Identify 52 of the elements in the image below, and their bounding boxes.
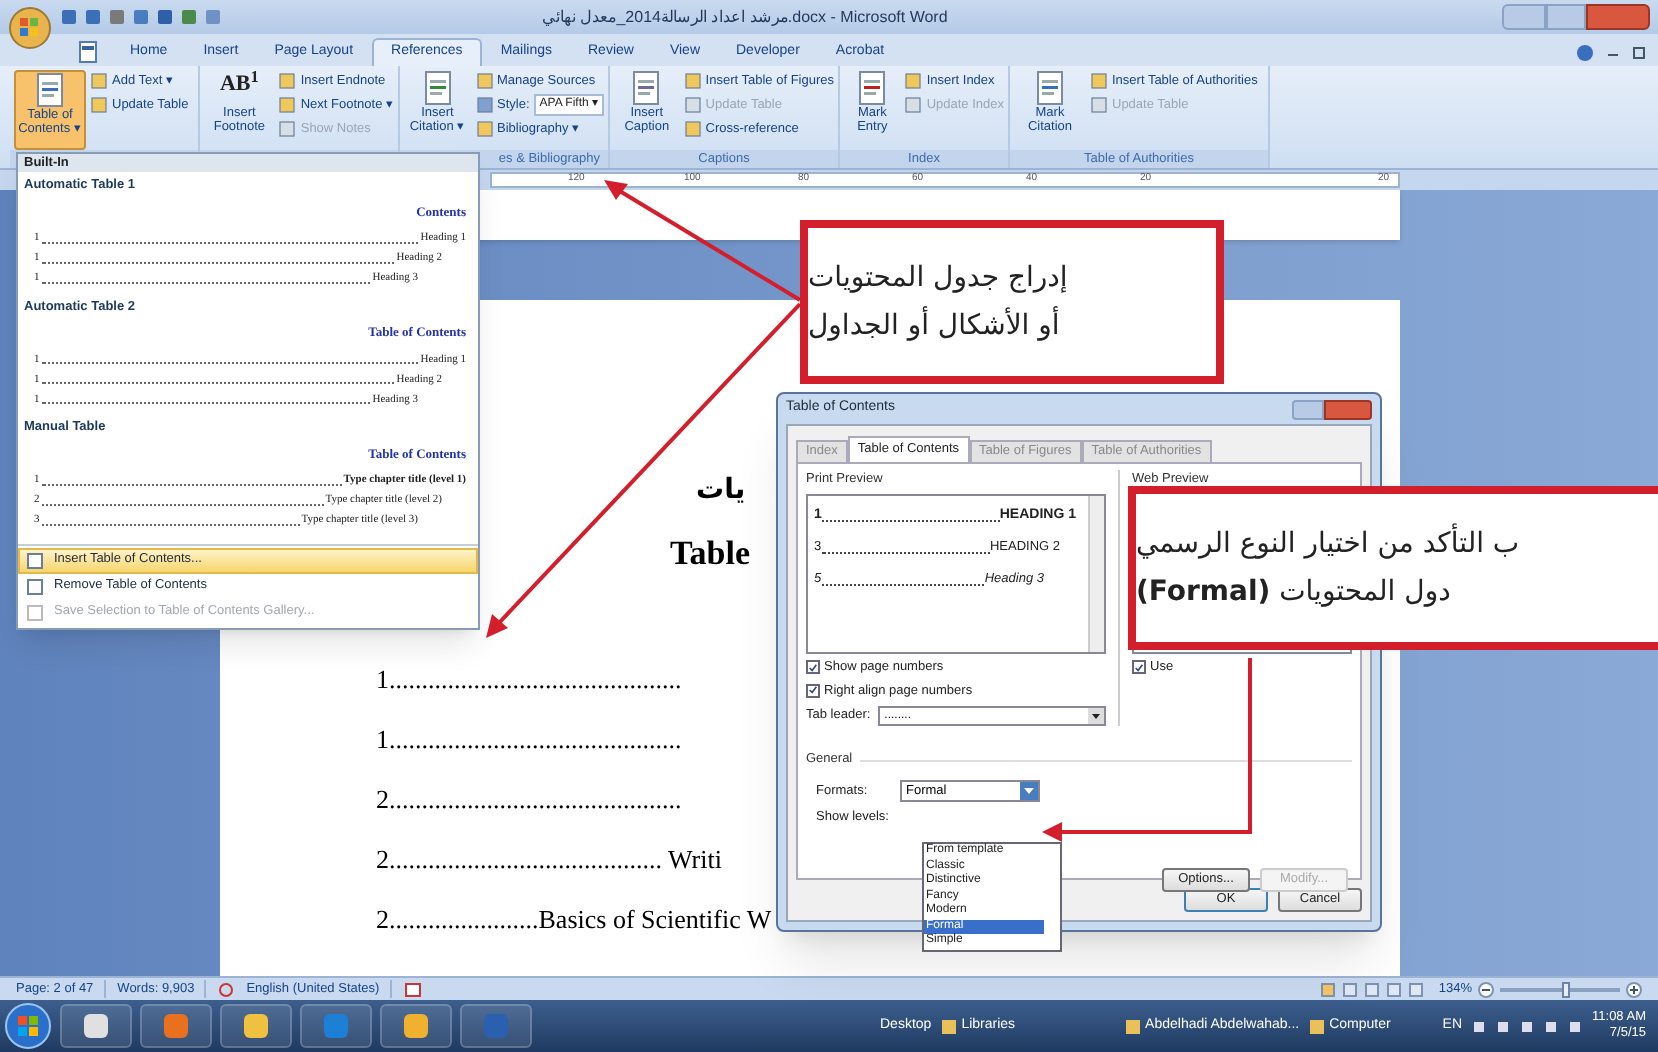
checkmark-icon xyxy=(1134,661,1144,674)
help-button[interactable] xyxy=(1292,399,1324,419)
app-icon xyxy=(240,1010,272,1042)
zoom-in-icon xyxy=(1626,981,1642,997)
toc-line: 2.......................Basics of Scientific W xyxy=(376,901,772,937)
folder-icon xyxy=(939,1017,958,1035)
document-icon xyxy=(630,70,663,106)
help-icon xyxy=(1576,44,1594,62)
document-heading: يات xyxy=(696,472,746,510)
toc-line: 2.......................................... Writi xyxy=(376,841,722,877)
restore-icon xyxy=(1632,46,1646,60)
callout-text: إدراج جدول المحتويات xyxy=(808,260,1068,298)
help-icon xyxy=(1472,1019,1487,1033)
document-heading: Table xyxy=(670,532,751,576)
monitor-icon xyxy=(1544,1019,1559,1033)
app-icon xyxy=(480,1010,512,1042)
ribbon-small-icon xyxy=(475,120,493,138)
app-icon xyxy=(80,1010,112,1042)
app-icon xyxy=(400,1010,432,1042)
footnote-icon: AB$^{1}$ xyxy=(219,70,259,106)
folder-icon xyxy=(1123,1017,1142,1035)
document-icon xyxy=(1034,70,1066,106)
dropdown-arrow-icon xyxy=(1020,782,1038,800)
flag-icon xyxy=(1520,1019,1535,1033)
spelling-icon xyxy=(218,981,235,997)
folder-icon xyxy=(1307,1017,1326,1035)
taskbar-app-button[interactable] xyxy=(60,1004,132,1048)
minimize-button[interactable] xyxy=(1502,4,1546,30)
macro-icon xyxy=(403,981,422,997)
toc-line: 1............................................. xyxy=(376,661,682,697)
dropdown-arrow-icon xyxy=(1088,708,1104,725)
document-icon xyxy=(421,70,454,106)
app-icon xyxy=(160,1010,192,1042)
toc-line: 1............................................. xyxy=(376,721,682,757)
ribbon-small-icon xyxy=(475,72,493,90)
taskbar-app-button[interactable] xyxy=(220,1004,292,1048)
style-icon xyxy=(475,96,493,114)
network-icon xyxy=(1496,1019,1511,1033)
callout-text: أو الأشكال أو الجداول xyxy=(808,304,1060,346)
close-button[interactable] xyxy=(1324,399,1372,419)
zoom-out-icon xyxy=(1478,981,1494,997)
maximize-button[interactable] xyxy=(1546,4,1586,30)
taskbar-app-button[interactable] xyxy=(380,1004,452,1048)
speaker-icon xyxy=(1568,1019,1583,1033)
taskbar-app-button[interactable] xyxy=(140,1004,212,1048)
window-title: مرشد اعداد الرسالة2014_معدل نهائي.docx - Microsoft Word xyxy=(542,5,948,29)
callout-text: ب التأكد من اختيار النوع الرسمي xyxy=(1136,522,1520,566)
toc-line: 2............................................. xyxy=(376,781,682,817)
document-icon xyxy=(76,40,100,64)
app-icon xyxy=(320,1010,352,1042)
document-icon xyxy=(856,70,889,106)
document-icon xyxy=(34,72,66,108)
